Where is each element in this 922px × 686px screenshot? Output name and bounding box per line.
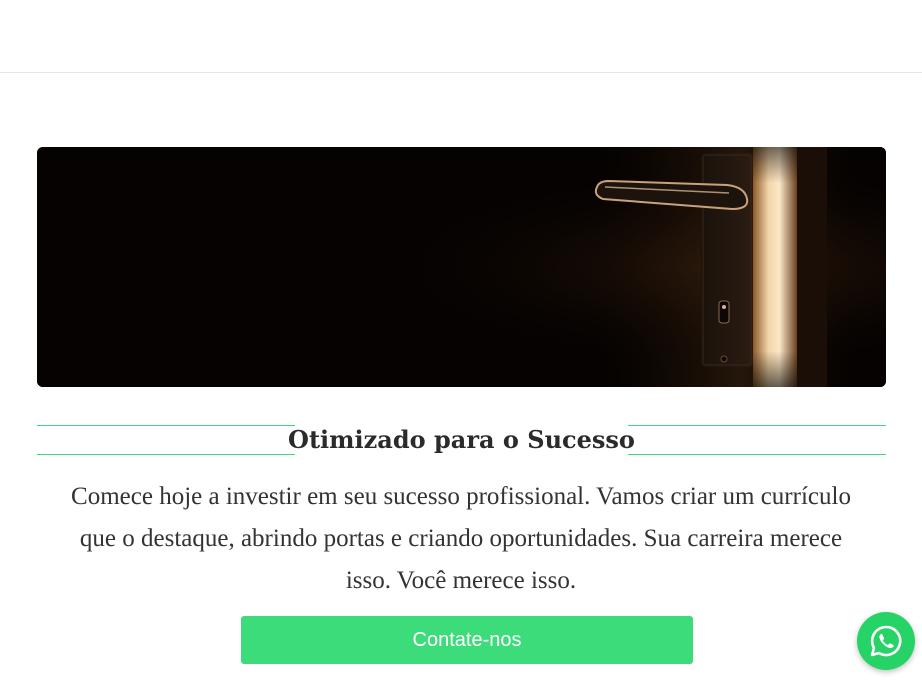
section-heading-row: Otimizado para o Sucesso	[37, 424, 886, 456]
whatsapp-icon	[870, 625, 902, 657]
top-header-bar	[0, 0, 922, 73]
hero-image	[37, 147, 886, 387]
section-title: Otimizado para o Sucesso	[288, 425, 635, 454]
section-description: Comece hoje a investir em seu sucesso pr…	[71, 483, 851, 594]
contact-button[interactable]: Contate-nos	[241, 616, 693, 664]
whatsapp-float-button[interactable]	[857, 612, 915, 670]
door-handle-image	[37, 147, 886, 387]
